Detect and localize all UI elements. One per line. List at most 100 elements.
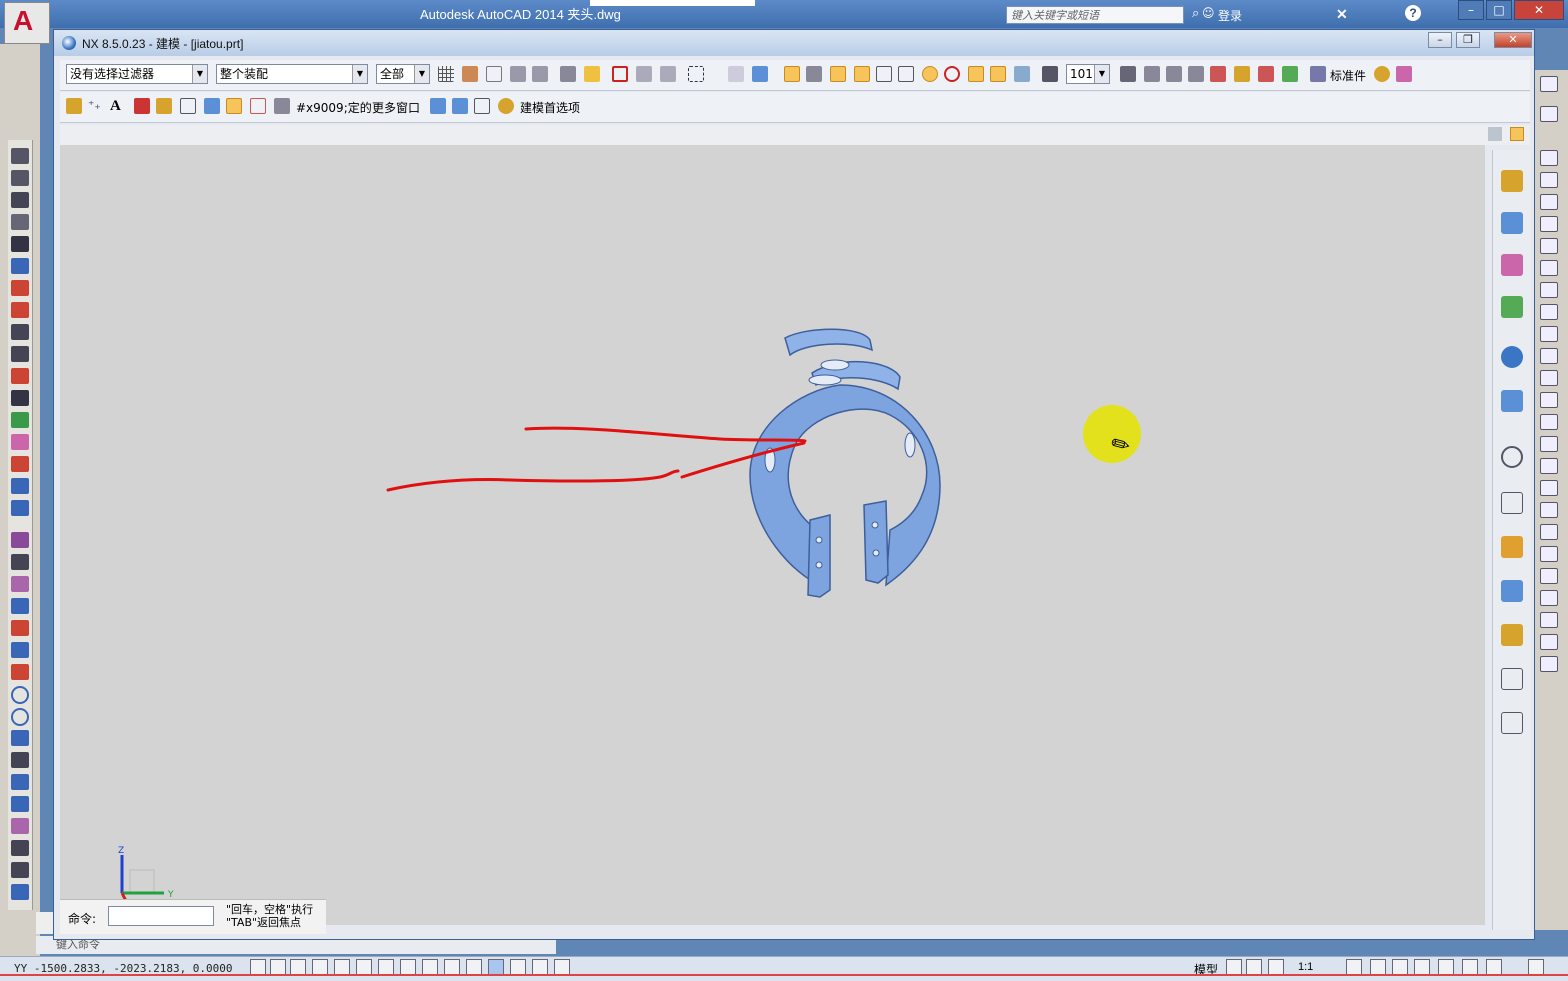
tool-icon[interactable] [1540,392,1558,408]
graphics-window[interactable]: Z Y X [60,145,1485,925]
shaded-icon[interactable] [728,66,744,82]
ortho-icon[interactable] [312,959,328,975]
selection-text[interactable]: #x9009;定的 [296,99,372,116]
tab-icon[interactable] [474,98,490,114]
system-scenes-icon[interactable] [1501,668,1523,690]
quadrant-snap-icon[interactable] [944,66,960,82]
tool-icon[interactable] [11,818,29,834]
tools-icon[interactable] [1282,66,1298,82]
ruler-icon[interactable] [1234,66,1250,82]
panel-icon[interactable] [1488,127,1502,141]
grid-icon[interactable] [438,66,454,82]
tool-icon[interactable] [1540,172,1558,188]
circle-icon[interactable] [11,708,29,726]
measure-icon[interactable] [1188,66,1204,82]
tool-icon[interactable] [11,434,29,450]
tool-icon[interactable] [11,664,29,680]
tool-icon[interactable] [11,412,29,428]
view-icon[interactable] [452,98,468,114]
tool-icon[interactable] [11,170,29,186]
tool-icon[interactable] [11,478,29,494]
line-snap-icon[interactable] [830,66,846,82]
layout-icon[interactable] [1246,959,1262,975]
tool-icon[interactable] [11,774,29,790]
otrack-icon[interactable] [400,959,416,975]
tool-icon[interactable] [1540,326,1558,342]
tool-icon[interactable] [11,862,29,878]
autocad-maximize-button[interactable]: □ [1486,0,1512,20]
lock-icon[interactable] [1414,959,1430,975]
folder-icon[interactable] [156,98,172,114]
manufacturing-wizard-icon[interactable] [1501,580,1523,602]
tool-icon[interactable] [1540,524,1558,540]
more-windows-button[interactable]: 更多窗口 [372,99,420,116]
tool-icon[interactable] [1540,260,1558,276]
tool-icon[interactable] [11,840,29,856]
system-materials-icon[interactable] [1501,492,1523,514]
tool-icon[interactable] [11,752,29,768]
tool-icon[interactable] [11,302,29,318]
tool-icon[interactable] [11,368,29,384]
copy-icon[interactable] [180,98,196,114]
constraint-icon[interactable] [250,98,266,114]
process-studio-icon[interactable] [1501,536,1523,558]
tool-icon[interactable] [11,192,29,208]
wcs-icon[interactable] [66,98,82,114]
palette-icon[interactable] [1396,66,1412,82]
tool-icon[interactable] [11,884,29,900]
quick-properties-icon[interactable] [510,959,526,975]
tool-icon[interactable] [11,554,29,570]
tool-icon[interactable] [11,390,29,406]
login-link[interactable]: 登录 [1218,7,1242,24]
lightbulb-icon[interactable] [1486,959,1502,975]
hand-icon[interactable] [1374,66,1390,82]
tool-icon[interactable] [11,730,29,746]
tool-icon[interactable] [11,258,29,274]
tool-icon[interactable] [1540,150,1558,166]
tool-icon[interactable] [1540,568,1558,584]
tool-icon[interactable] [1540,480,1558,496]
layer-settings-icon[interactable] [1120,66,1136,82]
tool-icon[interactable] [1540,590,1558,606]
standard-parts-icon[interactable] [1310,66,1326,82]
assembly-navigator-icon[interactable] [1501,170,1523,192]
grid-snap-icon[interactable] [270,959,286,975]
tool-icon[interactable] [11,576,29,592]
window-layout-icon[interactable] [430,98,446,114]
osnap-icon[interactable] [356,959,372,975]
tool-icon[interactable] [1540,348,1558,364]
curve-icon[interactable] [636,66,652,82]
reuse-library-icon[interactable] [1501,296,1523,318]
cube-icon[interactable] [752,66,768,82]
grid-icon[interactable] [290,959,306,975]
endpoint-snap-icon[interactable] [784,66,800,82]
fullscreen-icon[interactable] [1528,959,1544,975]
intersection-snap-icon[interactable] [968,66,984,82]
copy-layer-icon[interactable] [1166,66,1182,82]
command-input[interactable] [108,906,214,926]
axis-icon[interactable] [226,98,242,114]
tool-icon[interactable] [11,346,29,362]
tangent-snap-icon[interactable] [990,66,1006,82]
clamp-part[interactable] [749,328,941,598]
point-snap-icon[interactable] [1014,66,1030,82]
gear-icon[interactable] [1392,959,1408,975]
annotation-scale[interactable]: 1:1 [1298,961,1313,973]
autocad-app-button[interactable]: A [4,2,50,44]
roles-icon[interactable] [1501,624,1523,646]
polar-icon[interactable] [334,959,350,975]
autocad-search-input[interactable]: 键入关键字或短语 [1006,6,1184,24]
selection-cycling-icon[interactable] [532,959,548,975]
tool-icon[interactable] [1540,546,1558,562]
annotation-icon[interactable] [1346,959,1362,975]
tool-icon[interactable] [1540,458,1558,474]
tool-icon[interactable] [11,500,29,516]
standard-parts-button[interactable]: 标准件 [1330,67,1366,84]
transparency-icon[interactable] [488,959,504,975]
face-icon[interactable] [486,66,502,82]
exchange-icon[interactable]: ✕ [1336,6,1348,23]
web-browser-icon[interactable] [1501,390,1523,412]
line-snap-icon[interactable] [854,66,870,82]
layout-icon[interactable] [1226,959,1242,975]
chart-icon[interactable] [1258,66,1274,82]
